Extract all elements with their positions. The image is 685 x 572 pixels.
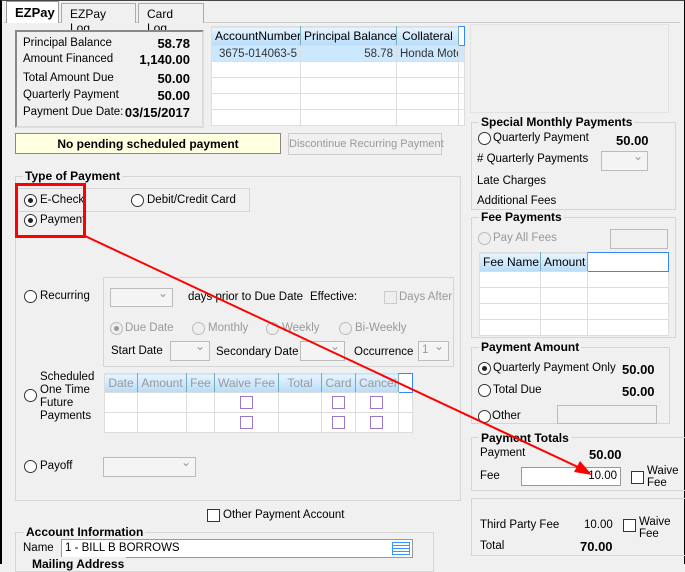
highlight-box — [15, 183, 86, 238]
annotation-overlay — [15, 183, 592, 475]
annotation-arrow-line — [84, 235, 581, 469]
arrow-head-icon — [574, 461, 592, 475]
